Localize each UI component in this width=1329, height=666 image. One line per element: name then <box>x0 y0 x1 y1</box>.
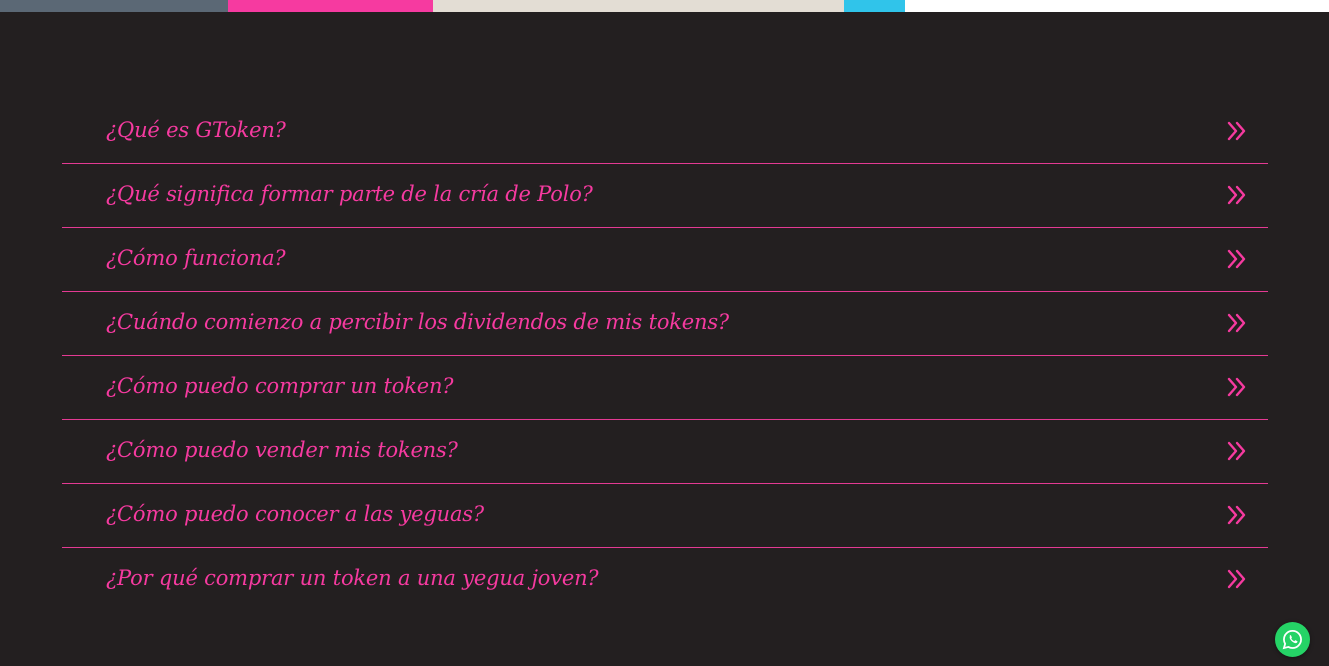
double-chevron-right-icon <box>1227 441 1246 461</box>
double-chevron-right-icon <box>1227 505 1246 525</box>
faq-item-conocer-yeguas[interactable]: ¿Cómo puedo conocer a las yeguas? <box>62 484 1268 548</box>
faq-question: ¿Cómo funciona? <box>106 246 286 270</box>
faq-item-como-funciona[interactable]: ¿Cómo funciona? <box>62 228 1268 292</box>
faq-item-dividendos[interactable]: ¿Cuándo comienzo a percibir los dividend… <box>62 292 1268 356</box>
faq-question: ¿Cómo puedo comprar un token? <box>106 374 454 398</box>
faq-question: ¿Cómo puedo vender mis tokens? <box>106 438 458 462</box>
faq-item-vender-tokens[interactable]: ¿Cómo puedo vender mis tokens? <box>62 420 1268 484</box>
strip-segment-pink <box>228 0 433 12</box>
strip-segment-gray <box>0 0 228 12</box>
strip-segment-cyan <box>844 0 905 12</box>
faq-accordion: ¿Qué es GToken? ¿Qué significa formar pa… <box>62 100 1268 611</box>
double-chevron-right-icon <box>1227 249 1246 269</box>
double-chevron-right-icon <box>1227 377 1246 397</box>
faq-section: ¿Qué es GToken? ¿Qué significa formar pa… <box>0 12 1329 666</box>
double-chevron-right-icon <box>1227 185 1246 205</box>
faq-question: ¿Qué significa formar parte de la cría d… <box>106 182 593 206</box>
top-color-strip <box>0 0 1329 12</box>
double-chevron-right-icon <box>1227 569 1246 589</box>
whatsapp-icon <box>1282 630 1302 650</box>
faq-item-yegua-joven[interactable]: ¿Por qué comprar un token a una yegua jo… <box>62 548 1268 611</box>
faq-question: ¿Qué es GToken? <box>106 118 286 142</box>
whatsapp-button[interactable] <box>1275 622 1310 657</box>
double-chevron-right-icon <box>1227 313 1246 333</box>
faq-question: ¿Cómo puedo conocer a las yeguas? <box>106 502 484 526</box>
strip-segment-beige <box>433 0 844 12</box>
faq-question: ¿Cuándo comienzo a percibir los dividend… <box>106 310 729 334</box>
faq-item-comprar-token[interactable]: ¿Cómo puedo comprar un token? <box>62 356 1268 420</box>
faq-item-que-es-gtoken[interactable]: ¿Qué es GToken? <box>62 100 1268 164</box>
double-chevron-right-icon <box>1227 121 1246 141</box>
faq-question: ¿Por qué comprar un token a una yegua jo… <box>106 566 599 590</box>
faq-item-cria-de-polo[interactable]: ¿Qué significa formar parte de la cría d… <box>62 164 1268 228</box>
